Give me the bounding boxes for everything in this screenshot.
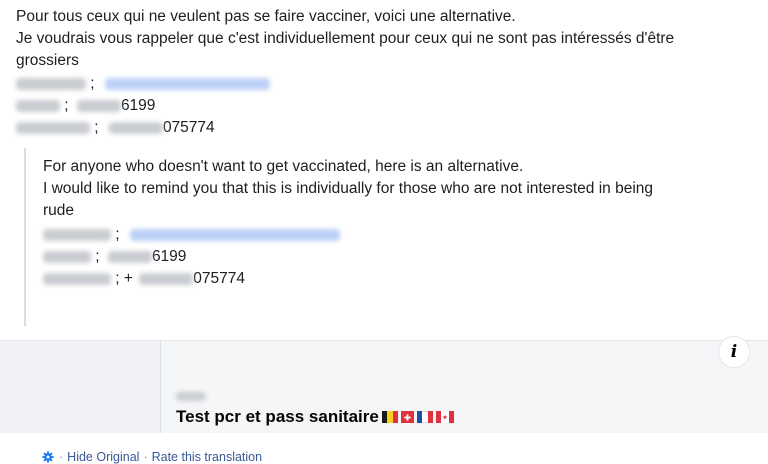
flag-switzerland-icon bbox=[400, 411, 414, 423]
redacted-number bbox=[139, 272, 194, 285]
post-text-line: Pour tous ceux qui ne veulent pas se fai… bbox=[16, 8, 516, 25]
redacted-label bbox=[43, 228, 111, 241]
post-body: Pour tous ceux qui ne veulent pas se fai… bbox=[0, 0, 768, 464]
contact-line-signal: ; 6199 bbox=[43, 246, 186, 268]
redacted-label bbox=[43, 250, 91, 263]
translation-text-line: For anyone who doesn't want to get vacci… bbox=[43, 158, 524, 175]
translation-actions: · Hide Original · Rate this translation bbox=[42, 450, 262, 464]
translation-block: For anyone who doesn't want to get vacci… bbox=[24, 148, 768, 464]
redacted-link[interactable] bbox=[129, 228, 340, 241]
contact-line-whatsapp: ; + 075774 bbox=[43, 268, 245, 290]
rate-translation-link[interactable]: Rate this translation bbox=[152, 450, 262, 464]
post-text-line: grossiers bbox=[16, 52, 79, 69]
hide-original-link[interactable]: Hide Original bbox=[67, 450, 139, 464]
translation-text-line: I would like to remind you that this is … bbox=[43, 180, 654, 197]
redacted-number bbox=[107, 250, 152, 263]
redacted-label bbox=[43, 272, 111, 285]
shared-post-title-text: Test pcr et pass sanitaire bbox=[176, 407, 379, 426]
flag-belgium-icon bbox=[381, 411, 398, 423]
redacted-label bbox=[16, 121, 90, 134]
contact-line-telegram: ; bbox=[43, 224, 340, 246]
contact-line-telegram: ; bbox=[16, 73, 270, 95]
flag-france-icon bbox=[416, 411, 433, 423]
separator-dot: · bbox=[59, 450, 64, 464]
gear-icon[interactable] bbox=[42, 451, 54, 463]
translation-text-line: rude bbox=[43, 202, 75, 219]
separator-dot: · bbox=[143, 450, 148, 464]
redacted-label bbox=[16, 99, 60, 112]
redacted-label bbox=[16, 77, 86, 90]
shared-post-title[interactable]: Test pcr et pass sanitaire bbox=[176, 407, 454, 427]
info-icon[interactable]: i bbox=[718, 336, 750, 368]
flag-canada-icon bbox=[435, 411, 454, 423]
redacted-link[interactable] bbox=[104, 77, 270, 90]
card-author-redacted bbox=[176, 388, 206, 406]
redacted-number bbox=[76, 99, 121, 112]
contact-line-whatsapp: ; 075774 bbox=[16, 117, 215, 139]
contact-line-signal: ; 6199 bbox=[16, 95, 155, 117]
post-text-line: Je voudrais vous rappeler que c'est indi… bbox=[16, 30, 675, 47]
redacted-number bbox=[108, 121, 163, 134]
